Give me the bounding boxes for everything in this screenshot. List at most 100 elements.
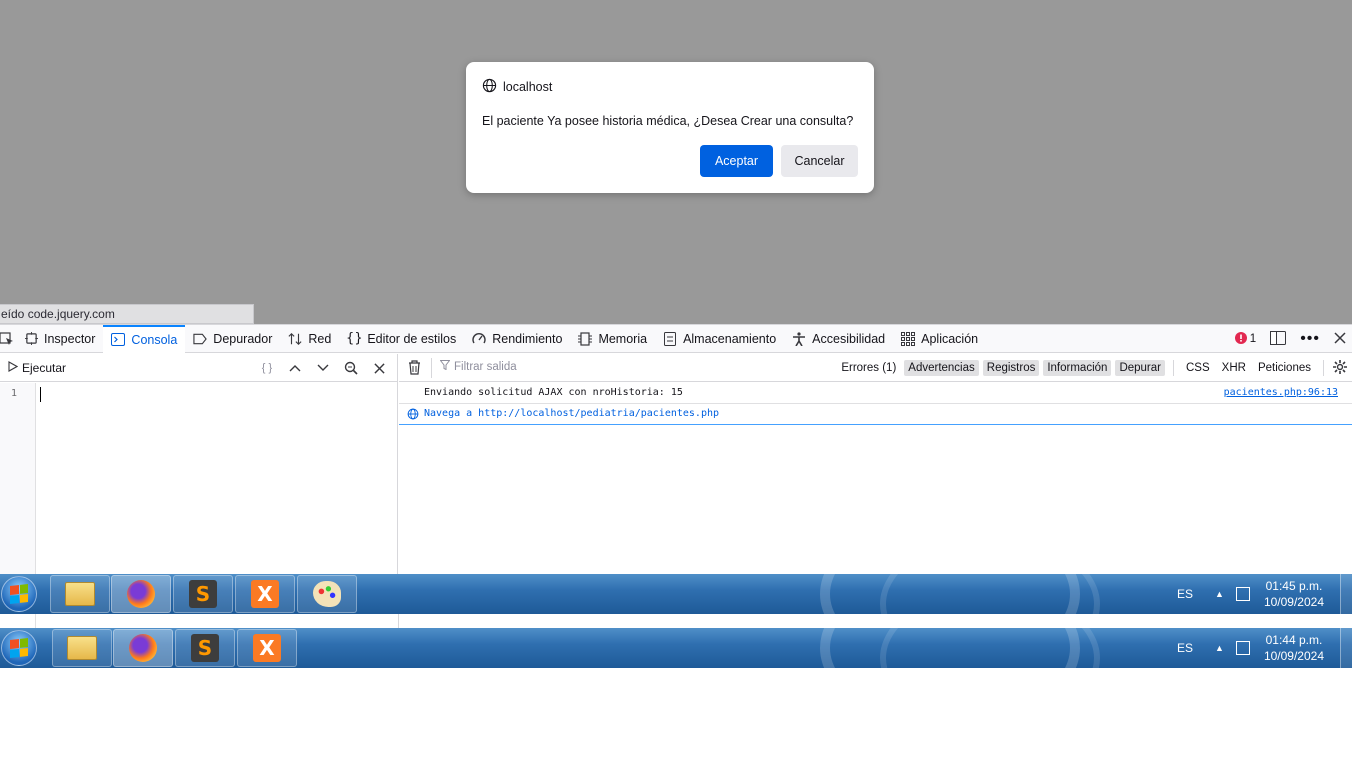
tab-storage[interactable]: Almacenamiento (655, 325, 784, 353)
taskbar-explorer-button[interactable] (50, 575, 110, 613)
devtools-strip (0, 614, 1352, 628)
element-picker-button[interactable] (0, 325, 16, 353)
divider (1173, 360, 1174, 376)
line-number: 1 (11, 388, 18, 399)
start-button[interactable] (1, 630, 37, 666)
devtools-tabbar: Inspector Consola Depurador Red {} Edito… (0, 324, 1352, 353)
picker-icon (0, 331, 14, 346)
accept-button[interactable]: Aceptar (700, 145, 773, 177)
tab-debugger[interactable]: Depurador (185, 325, 280, 353)
filter-logs[interactable]: Registros (982, 360, 1040, 376)
system-tray: ES ▲ 01:45 p.m. 10/09/2024 (1177, 574, 1324, 614)
confirm-dialog: localhost El paciente Ya posee historia … (466, 62, 874, 193)
clock-date: 10/09/2024 (1263, 649, 1324, 663)
cancel-button[interactable]: Cancelar (781, 145, 858, 177)
chevron-up-icon[interactable] (281, 354, 309, 382)
settings-gear-icon[interactable] (1332, 359, 1352, 378)
clock-time: 01:45 p.m. (1265, 579, 1323, 593)
filter-errors[interactable]: Errores (1) (837, 360, 900, 376)
taskbar-explorer-button[interactable] (52, 629, 112, 667)
tab-inspector[interactable]: Inspector (16, 325, 103, 353)
language-indicator[interactable]: ES (1177, 641, 1193, 655)
filter-css[interactable]: CSS (1182, 360, 1214, 376)
tab-label: Memoria (598, 331, 648, 346)
navigation-message: Navega a http://localhost/pediatria/paci… (399, 404, 1352, 425)
sublime-text-icon: S (189, 580, 217, 608)
filter-requests[interactable]: Peticiones (1254, 360, 1315, 376)
tab-label: Consola (131, 332, 178, 347)
filter-info[interactable]: Información (1043, 360, 1112, 376)
windows-logo-icon (10, 584, 28, 604)
tab-performance[interactable]: Rendimiento (464, 325, 570, 353)
filter-output-input[interactable]: Filtrar salida (439, 360, 517, 373)
firefox-icon (129, 634, 157, 662)
accessibility-icon (792, 331, 806, 346)
dock-toggle-icon[interactable] (1270, 330, 1287, 348)
error-count-badge[interactable]: 1 (1234, 331, 1257, 347)
language-indicator[interactable]: ES (1177, 587, 1193, 601)
chevron-down-icon[interactable] (309, 354, 337, 382)
play-icon (8, 360, 19, 375)
windows-logo-icon (10, 638, 28, 658)
error-count: 1 (1249, 333, 1257, 345)
storage-icon (663, 331, 677, 346)
debugger-icon (193, 332, 208, 346)
message-source-link[interactable]: pacientes.php:96:13 (1224, 387, 1338, 398)
show-desktop-button[interactable] (1340, 628, 1352, 668)
tab-application[interactable]: Aplicación (893, 325, 986, 353)
clock[interactable]: 01:44 p.m. 10/09/2024 (1264, 632, 1324, 664)
tab-label: Aplicación (921, 331, 979, 346)
taskbar-firefox-button[interactable] (111, 575, 171, 613)
close-editor-icon[interactable] (365, 354, 393, 382)
tab-network[interactable]: Red (280, 325, 339, 353)
run-button[interactable]: Ejecutar (0, 361, 66, 375)
filter-xhr[interactable]: XHR (1218, 360, 1250, 376)
editor-body[interactable]: 1 (0, 383, 397, 575)
network-icon (288, 332, 302, 346)
clock[interactable]: 01:45 p.m. 10/09/2024 (1264, 578, 1324, 610)
filter-warnings[interactable]: Advertencias (904, 360, 979, 376)
system-tray: ES ▲ 01:44 p.m. 10/09/2024 (1177, 628, 1324, 668)
filter-debug[interactable]: Depurar (1115, 360, 1165, 376)
divider (431, 358, 432, 378)
application-icon (901, 331, 916, 346)
taskbar-sublime-button[interactable]: S (173, 575, 233, 613)
dialog-message: El paciente Ya posee historia médica, ¿D… (482, 114, 854, 128)
dialog-origin: localhost (503, 80, 553, 94)
folder-icon (65, 582, 95, 606)
inspector-icon (24, 332, 38, 346)
network-icon[interactable] (1235, 641, 1250, 655)
status-bar-link: eído code.jquery.com (0, 304, 254, 324)
tab-memory[interactable]: Memoria (570, 325, 655, 353)
tray-expand-icon[interactable]: ▲ (1215, 643, 1224, 653)
globe-icon (482, 78, 497, 96)
show-desktop-button[interactable] (1340, 574, 1352, 614)
tab-style-editor[interactable]: {} Editor de estilos (339, 325, 464, 353)
filter-icon (439, 360, 451, 373)
tab-console[interactable]: Consola (103, 324, 186, 353)
globe-icon (407, 408, 419, 423)
tray-expand-icon[interactable]: ▲ (1215, 589, 1224, 599)
taskbar-paint-button[interactable] (297, 575, 357, 613)
pretty-print-button[interactable]: { } (253, 354, 281, 382)
xampp-icon: X (253, 634, 281, 662)
clear-console-icon[interactable] (408, 360, 421, 378)
network-icon[interactable] (1235, 587, 1250, 601)
start-button[interactable] (1, 576, 37, 612)
tab-accessibility[interactable]: Accesibilidad (784, 325, 893, 353)
tab-label: Inspector (44, 331, 96, 346)
taskbar: S X ES ▲ 01:45 p.m. 10/09/2024 (0, 574, 1352, 614)
tab-label: Red (308, 331, 332, 346)
clock-date: 10/09/2024 (1263, 595, 1324, 609)
memory-icon (578, 331, 593, 346)
taskbar-sublime-button[interactable]: S (175, 629, 235, 667)
more-options-icon[interactable]: ••• (1300, 331, 1320, 347)
taskbar-xampp-button[interactable]: X (237, 629, 297, 667)
taskbar-firefox-button[interactable] (113, 629, 173, 667)
console-icon (111, 333, 126, 347)
search-icon[interactable] (337, 354, 365, 382)
close-devtools-icon[interactable] (1334, 331, 1346, 347)
devtools-panel: Inspector Consola Depurador Red {} Edito… (0, 324, 1352, 575)
sublime-text-icon: S (191, 634, 219, 662)
taskbar-xampp-button[interactable]: X (235, 575, 295, 613)
